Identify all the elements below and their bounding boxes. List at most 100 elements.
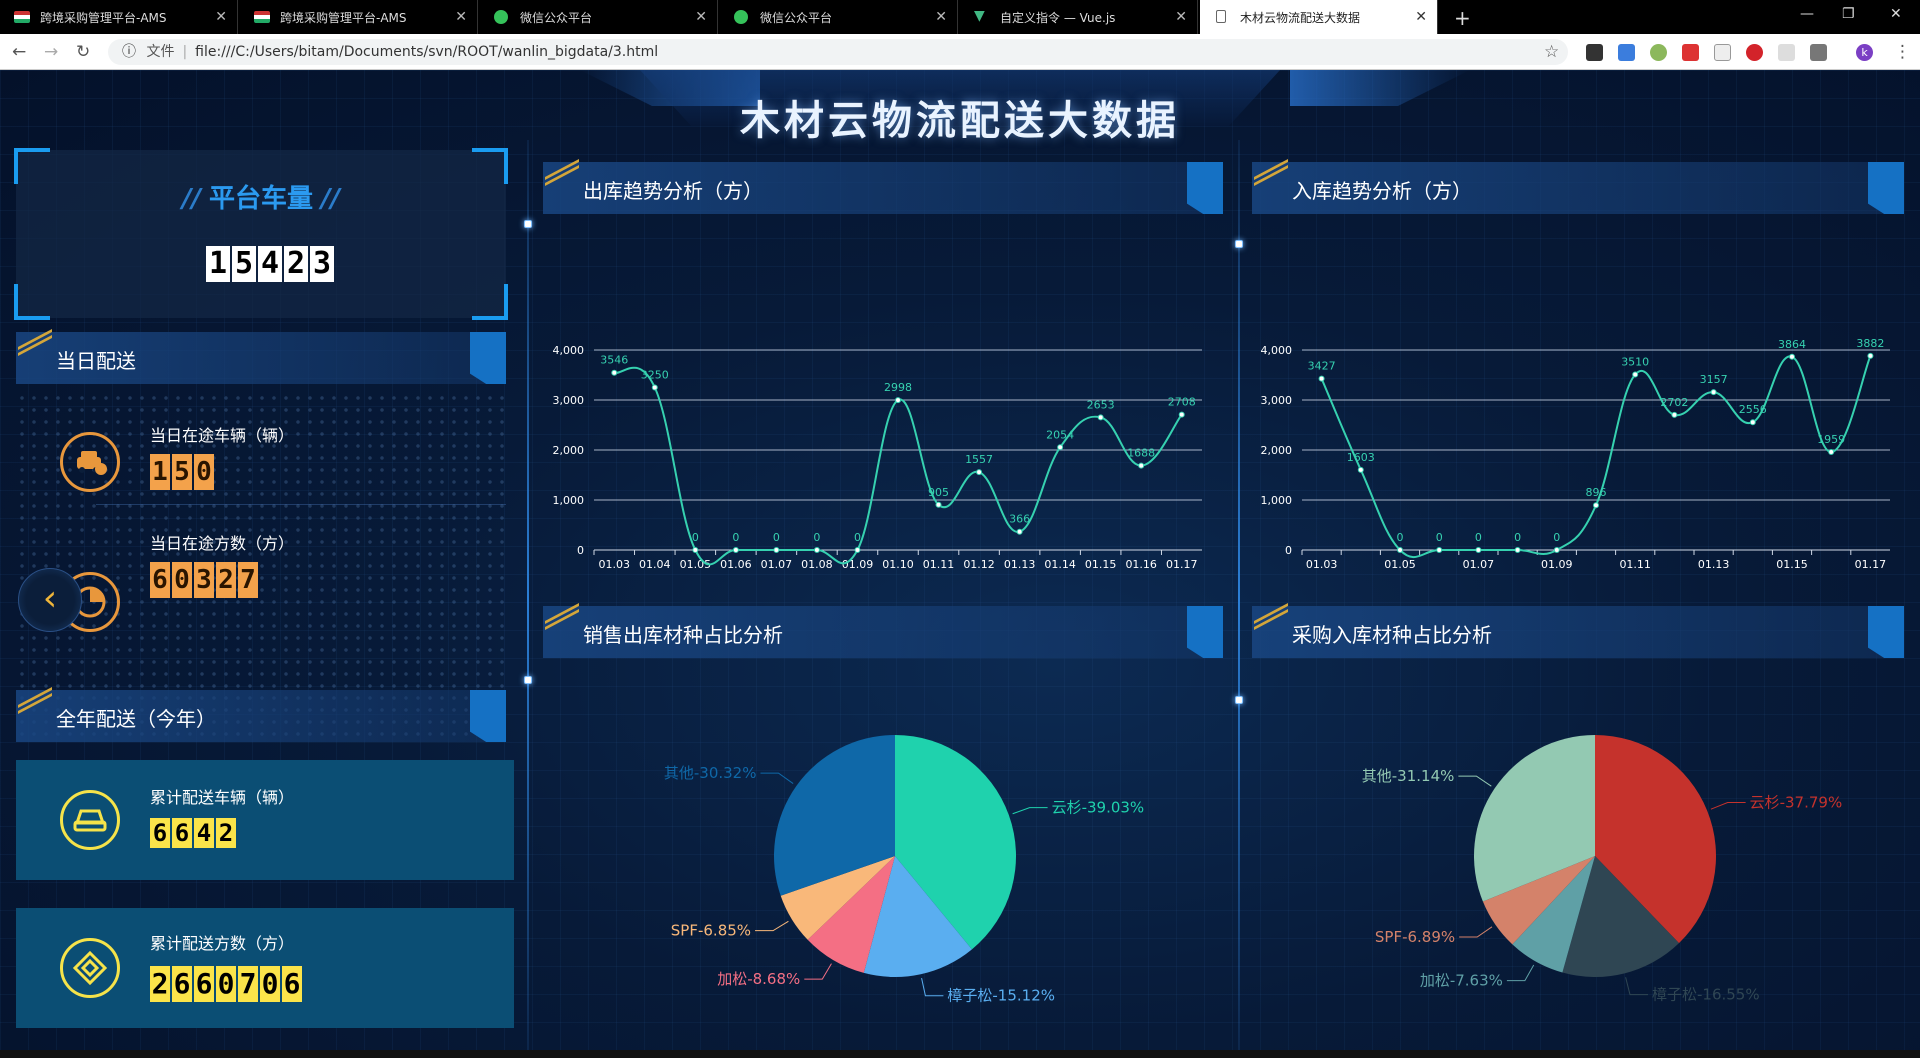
wechat-icon: [494, 10, 508, 24]
counter-digit: 1: [150, 454, 170, 490]
new-tab-button[interactable]: +: [1454, 6, 1471, 30]
menu-icon[interactable]: ⋮: [1894, 42, 1911, 62]
data-point: [732, 547, 739, 553]
extension-icon[interactable]: [1810, 44, 1827, 61]
data-point: [1436, 547, 1443, 553]
extension-icon[interactable]: [1682, 44, 1699, 61]
y-tick-label: 3,000: [1261, 394, 1293, 407]
forward-button[interactable]: →: [44, 42, 58, 62]
browser-tab[interactable]: 跨境采购管理平台-AMS ✕: [240, 0, 478, 34]
counter-digit: 2: [284, 246, 308, 282]
cube-icon: [60, 938, 120, 998]
x-tick-label: 01.17: [1166, 558, 1198, 571]
extension-icon[interactable]: [1778, 44, 1795, 61]
close-tab-icon[interactable]: ✕: [935, 9, 947, 25]
pie-label-line: [1625, 977, 1648, 996]
x-tick-label: 01.06: [720, 558, 752, 571]
pie-label: 加松-7.63%: [1420, 972, 1503, 990]
site-favicon-icon: [254, 11, 270, 23]
close-tab-icon[interactable]: ✕: [1415, 9, 1427, 25]
minimize-button[interactable]: —: [1800, 6, 1814, 22]
x-tick-label: 01.09: [1541, 558, 1573, 571]
close-tab-icon[interactable]: ✕: [695, 9, 707, 25]
data-label: 2702: [1660, 396, 1688, 409]
counter-digit: 0: [172, 562, 192, 598]
x-tick-label: 01.13: [1698, 558, 1730, 571]
extension-icon[interactable]: [1618, 44, 1635, 61]
tab-title: 自定义指令 — Vue.js: [1000, 10, 1116, 25]
pie-label: 云杉-37.79%: [1750, 793, 1843, 811]
reload-button[interactable]: ↻: [76, 42, 90, 62]
dashboard: 木材云物流配送大数据 //平台车量// 1 5 4 2 3 当日配送 当日在途车…: [0, 70, 1920, 1058]
counter-digit: 5: [232, 246, 256, 282]
data-label: 0: [773, 531, 780, 544]
y-tick-label: 4,000: [1261, 344, 1293, 357]
url-text[interactable]: file:///C:/Users/bitam/Documents/svn/ROO…: [195, 44, 658, 60]
data-point: [1749, 419, 1756, 426]
platform-label: 平台车量: [208, 184, 313, 214]
divider-line: [527, 140, 529, 1058]
extension-icon[interactable]: [1746, 44, 1763, 61]
browser-tab-active[interactable]: 木材云物流配送大数据 ✕: [1200, 0, 1438, 34]
browser-tab-bar: 跨境采购管理平台-AMS ✕ 跨境采购管理平台-AMS ✕ 微信公众平台 ✕ 微…: [0, 0, 1920, 34]
extension-icon[interactable]: [1586, 44, 1603, 61]
inbound-trend-chart: 0 1,000 2,000 3,000 4,000 01.03 01.05 01.07 01.0…: [1261, 337, 1890, 571]
x-tick-label: 01.07: [761, 558, 793, 571]
x-tick-label: 01.12: [963, 558, 995, 571]
x-tick-label: 01.05: [1384, 558, 1416, 571]
tab-title: 跨境采购管理平台-AMS: [280, 10, 407, 25]
pie-label-line: [760, 772, 794, 784]
data-point: [813, 547, 820, 553]
back-button[interactable]: ←: [12, 42, 26, 62]
pie-label-line: [804, 963, 832, 980]
profile-avatar[interactable]: k: [1856, 44, 1873, 61]
stripes-decoration: [1254, 602, 1288, 631]
browser-tab[interactable]: 跨境采购管理平台-AMS ✕: [0, 0, 238, 34]
pie-label-line: [1459, 926, 1493, 938]
data-point: [1318, 375, 1325, 382]
browser-tab[interactable]: ▼ 自定义指令 — Vue.js ✕: [960, 0, 1198, 34]
pie-label-line: [1012, 807, 1048, 815]
data-point: [692, 547, 699, 553]
close-tab-icon[interactable]: ✕: [455, 9, 467, 25]
divider: [96, 504, 506, 505]
x-tick-label: 01.11: [923, 558, 955, 571]
carousel-prev-button[interactable]: ‹: [18, 568, 82, 632]
close-window-button[interactable]: ✕: [1890, 6, 1902, 22]
vue-logo-icon: ▼: [974, 8, 985, 24]
platform-vehicle-counter: 1 5 4 2 3: [206, 246, 334, 282]
x-tick-label: 01.15: [1776, 558, 1808, 571]
extension-icon[interactable]: [1714, 44, 1731, 61]
site-favicon-icon: [14, 11, 30, 23]
data-point: [1097, 414, 1104, 421]
x-tick-label: 01.03: [1306, 558, 1338, 571]
browser-tab[interactable]: 微信公众平台 ✕: [480, 0, 718, 34]
y-tick-label: 3,000: [553, 394, 585, 407]
close-tab-icon[interactable]: ✕: [215, 9, 227, 25]
pie-label-line: [1506, 964, 1535, 982]
data-label: 3864: [1778, 338, 1806, 351]
info-icon[interactable]: ⓘ: [122, 44, 136, 60]
extension-icon[interactable]: [1650, 44, 1667, 61]
chart-title: 销售出库材种占比分析: [583, 623, 783, 647]
yearly-volume-counter: 2 6 6 0 7 0 6: [150, 966, 302, 1002]
browser-tab[interactable]: 微信公众平台 ✕: [720, 0, 958, 34]
daily-volume-counter: 6 0 3 2 7: [150, 562, 258, 598]
restore-button[interactable]: ❐: [1842, 6, 1855, 22]
data-label: 2556: [1739, 403, 1767, 416]
y-tick-label: 2,000: [1261, 444, 1293, 457]
data-point: [1397, 547, 1403, 553]
section-tag-decoration: [1868, 606, 1904, 658]
data-label: 2998: [884, 381, 912, 394]
pie-label-line: [1458, 775, 1492, 787]
bookmark-star-icon[interactable]: ☆: [1544, 42, 1559, 62]
data-point: [1514, 547, 1521, 553]
x-tick-label: 01.17: [1855, 558, 1887, 571]
data-point: [651, 384, 658, 391]
taskbar-strip: [0, 1050, 1920, 1058]
data-point: [854, 547, 861, 553]
address-bar[interactable]: ⓘ 文件 | file:///C:/Users/bitam/Documents/sv…: [108, 39, 1568, 65]
close-tab-icon[interactable]: ✕: [1175, 9, 1187, 25]
tab-title: 木材云物流配送大数据: [1240, 10, 1361, 25]
pie-label: 樟子松-16.55%: [1652, 986, 1760, 1004]
